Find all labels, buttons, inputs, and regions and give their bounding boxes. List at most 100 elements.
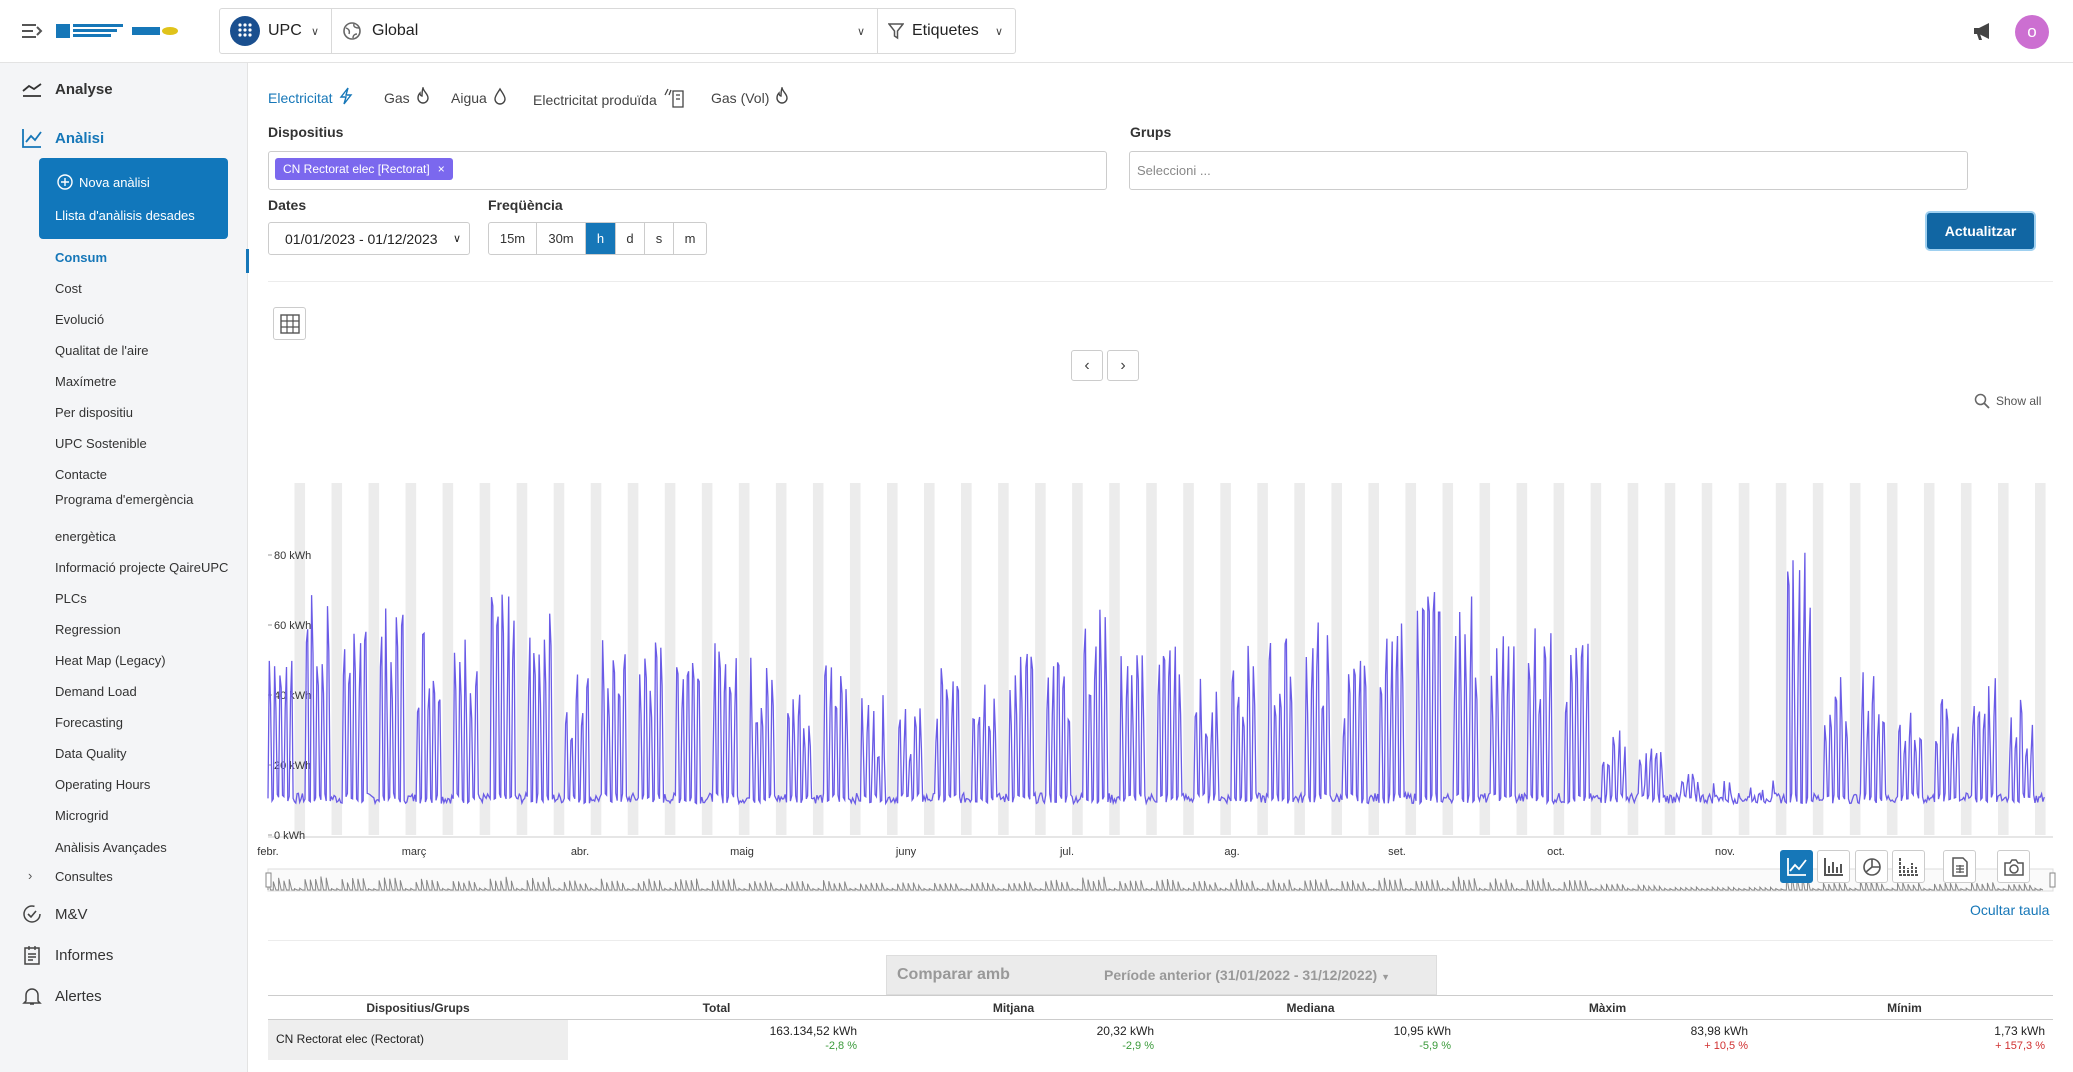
weekend-band [664, 483, 676, 835]
upc-logo-icon [230, 16, 260, 46]
saved-analyses-link[interactable]: Llista d'anàlisis desades [55, 208, 195, 223]
weekend-band [1664, 483, 1676, 835]
sidebar-subitem[interactable]: Contacte [55, 467, 107, 482]
sidebar-subitem[interactable]: Maxímetre [55, 374, 116, 389]
table-view-button[interactable] [273, 307, 306, 340]
x-tick-label: maig [730, 846, 754, 858]
sidebar-subitem[interactable]: PLCs [55, 591, 87, 606]
hide-table-link[interactable]: Ocultar taula [1970, 902, 2049, 918]
update-button[interactable]: Actualitzar [1927, 213, 2034, 249]
weekend-band [553, 483, 565, 835]
sidebar-subitem[interactable]: Data Quality [55, 746, 127, 761]
frequency-option-h[interactable]: h [586, 223, 616, 254]
organization-select[interactable]: UPC ∨ [220, 9, 332, 53]
plus-circle-icon [57, 174, 73, 190]
sidebar-subitem[interactable]: Informació projecte QaireUPC [55, 560, 228, 575]
line-chart-button[interactable] [1780, 850, 1813, 883]
tab-gas-vol-[interactable]: Gas (Vol) [711, 85, 789, 108]
weekend-band [590, 483, 602, 835]
y-tick-label: 60 kWh [274, 620, 311, 632]
tab-electricitat-produ-da[interactable]: Electricitat produïda [533, 87, 687, 112]
sidebar-subitem[interactable]: Qualitat de l'aire [55, 343, 149, 358]
sidebar-subitem[interactable]: Evolució [55, 312, 104, 327]
scope-label: Global [372, 22, 419, 39]
column-header[interactable]: Total [568, 1001, 865, 1015]
compare-period-select[interactable]: Període anterior (31/01/2022 - 31/12/202… [1104, 967, 1390, 983]
weekend-band [1220, 483, 1231, 835]
x-tick-label: ag. [1224, 846, 1239, 858]
tab-gas[interactable]: Gas [384, 85, 430, 108]
sidebar-subitem[interactable]: Operating Hours [55, 777, 150, 792]
x-tick-label: nov. [1715, 846, 1735, 858]
weekend-band [1886, 483, 1898, 835]
sidebar-subitem[interactable]: Programa d'emergència [55, 492, 193, 507]
megaphone-icon[interactable] [1972, 21, 1996, 41]
screenshot-button[interactable] [1997, 850, 2030, 883]
weekend-band [627, 483, 639, 835]
cell-value: 83,98 kWh [1690, 1024, 1748, 1038]
sidebar-item-label: Anàlisi [55, 129, 105, 147]
water-drop-icon [493, 87, 507, 108]
sidebar-item-label-continued[interactable]: energètica [55, 529, 116, 544]
divider [268, 281, 2053, 282]
sidebar-subitem[interactable]: Anàlisis Avançades [55, 840, 167, 855]
sidebar-subitem[interactable]: Consum [55, 250, 107, 265]
previous-period-button[interactable]: ‹ [1071, 350, 1103, 381]
frequency-option-s[interactable]: s [645, 223, 674, 254]
x-tick-label: abr. [571, 846, 589, 858]
x-tick-label: març [402, 846, 427, 858]
weekend-band [924, 483, 935, 835]
weekend-band [2035, 483, 2046, 835]
sidebar-subitem[interactable]: Demand Load [55, 684, 137, 699]
sidebar-subitem[interactable]: Regression [55, 622, 121, 637]
scope-select[interactable]: Global ∨ [332, 9, 878, 53]
bar-chart-button[interactable] [1817, 850, 1850, 883]
tags-select[interactable]: Etiquetes ∨ [878, 9, 1015, 53]
table-cell-median: 10,95 kWh -5,9 % [1162, 1020, 1459, 1060]
organization-label: UPC [268, 22, 302, 39]
sidebar-subitem[interactable]: Cost [55, 281, 82, 296]
sidebar-item-consultes[interactable]: Consultes [55, 869, 113, 884]
weekend-band [479, 483, 491, 835]
sidebar-subitem[interactable]: Microgrid [55, 808, 108, 823]
chevron-down-icon: ∨ [310, 25, 319, 38]
sidebar-subitem[interactable]: Per dispositiu [55, 405, 133, 420]
groups-field[interactable]: Seleccioni ... [1129, 151, 1968, 190]
frequency-option-30m[interactable]: 30m [537, 223, 586, 254]
tab-aigua[interactable]: Aigua [451, 87, 507, 108]
bell-icon [22, 988, 42, 1005]
avatar[interactable]: o [2015, 15, 2049, 49]
export-excel-button[interactable] [1943, 850, 1976, 883]
cell-value: 1,73 kWh [1994, 1024, 2045, 1038]
weekend-band [775, 483, 787, 835]
table-cell-total: 163.134,52 kWh -2,8 % [568, 1020, 865, 1060]
tab-electricitat[interactable]: Electricitat [268, 87, 353, 108]
new-analysis-button[interactable]: Nova anàlisi [57, 174, 150, 190]
sidebar: Analyse Anàlisi Nova anàlisi Llista d'an… [0, 63, 249, 1072]
frequency-option-m[interactable]: m [674, 223, 706, 254]
date-range-select[interactable]: 01/01/2023 - 01/12/2023 ∨ [268, 222, 470, 255]
close-icon[interactable]: × [438, 162, 445, 176]
pie-chart-button[interactable] [1855, 850, 1888, 883]
weekend-band [368, 483, 380, 835]
weekend-band [1738, 483, 1750, 835]
stacked-bar-button[interactable] [1892, 850, 1925, 883]
devices-field[interactable]: CN Rectorat elec [Rectorat] × [268, 151, 1107, 190]
column-header[interactable]: Màxim [1459, 1001, 1756, 1015]
frequency-option-15m[interactable]: 15m [489, 223, 537, 254]
chevron-right-icon[interactable]: › [28, 868, 32, 883]
column-header[interactable]: Mínim [1756, 1001, 2053, 1015]
column-header[interactable]: Dispositius/Grups [268, 1001, 568, 1015]
compare-period-value: Període anterior (31/01/2022 - 31/12/202… [1104, 967, 1378, 983]
next-period-button[interactable]: › [1107, 350, 1139, 381]
weekend-band [1257, 483, 1268, 835]
column-header[interactable]: Mitjana [865, 1001, 1162, 1015]
sidebar-subitem[interactable]: Heat Map (Legacy) [55, 653, 166, 668]
x-tick-label: febr. [257, 846, 278, 858]
divider [268, 940, 2053, 941]
column-header[interactable]: Mediana [1162, 1001, 1459, 1015]
sidebar-subitem[interactable]: Forecasting [55, 715, 123, 730]
frequency-option-d[interactable]: d [616, 223, 645, 254]
sidebar-subitem[interactable]: UPC Sostenible [55, 436, 147, 451]
menu-toggle-icon[interactable] [20, 20, 44, 42]
